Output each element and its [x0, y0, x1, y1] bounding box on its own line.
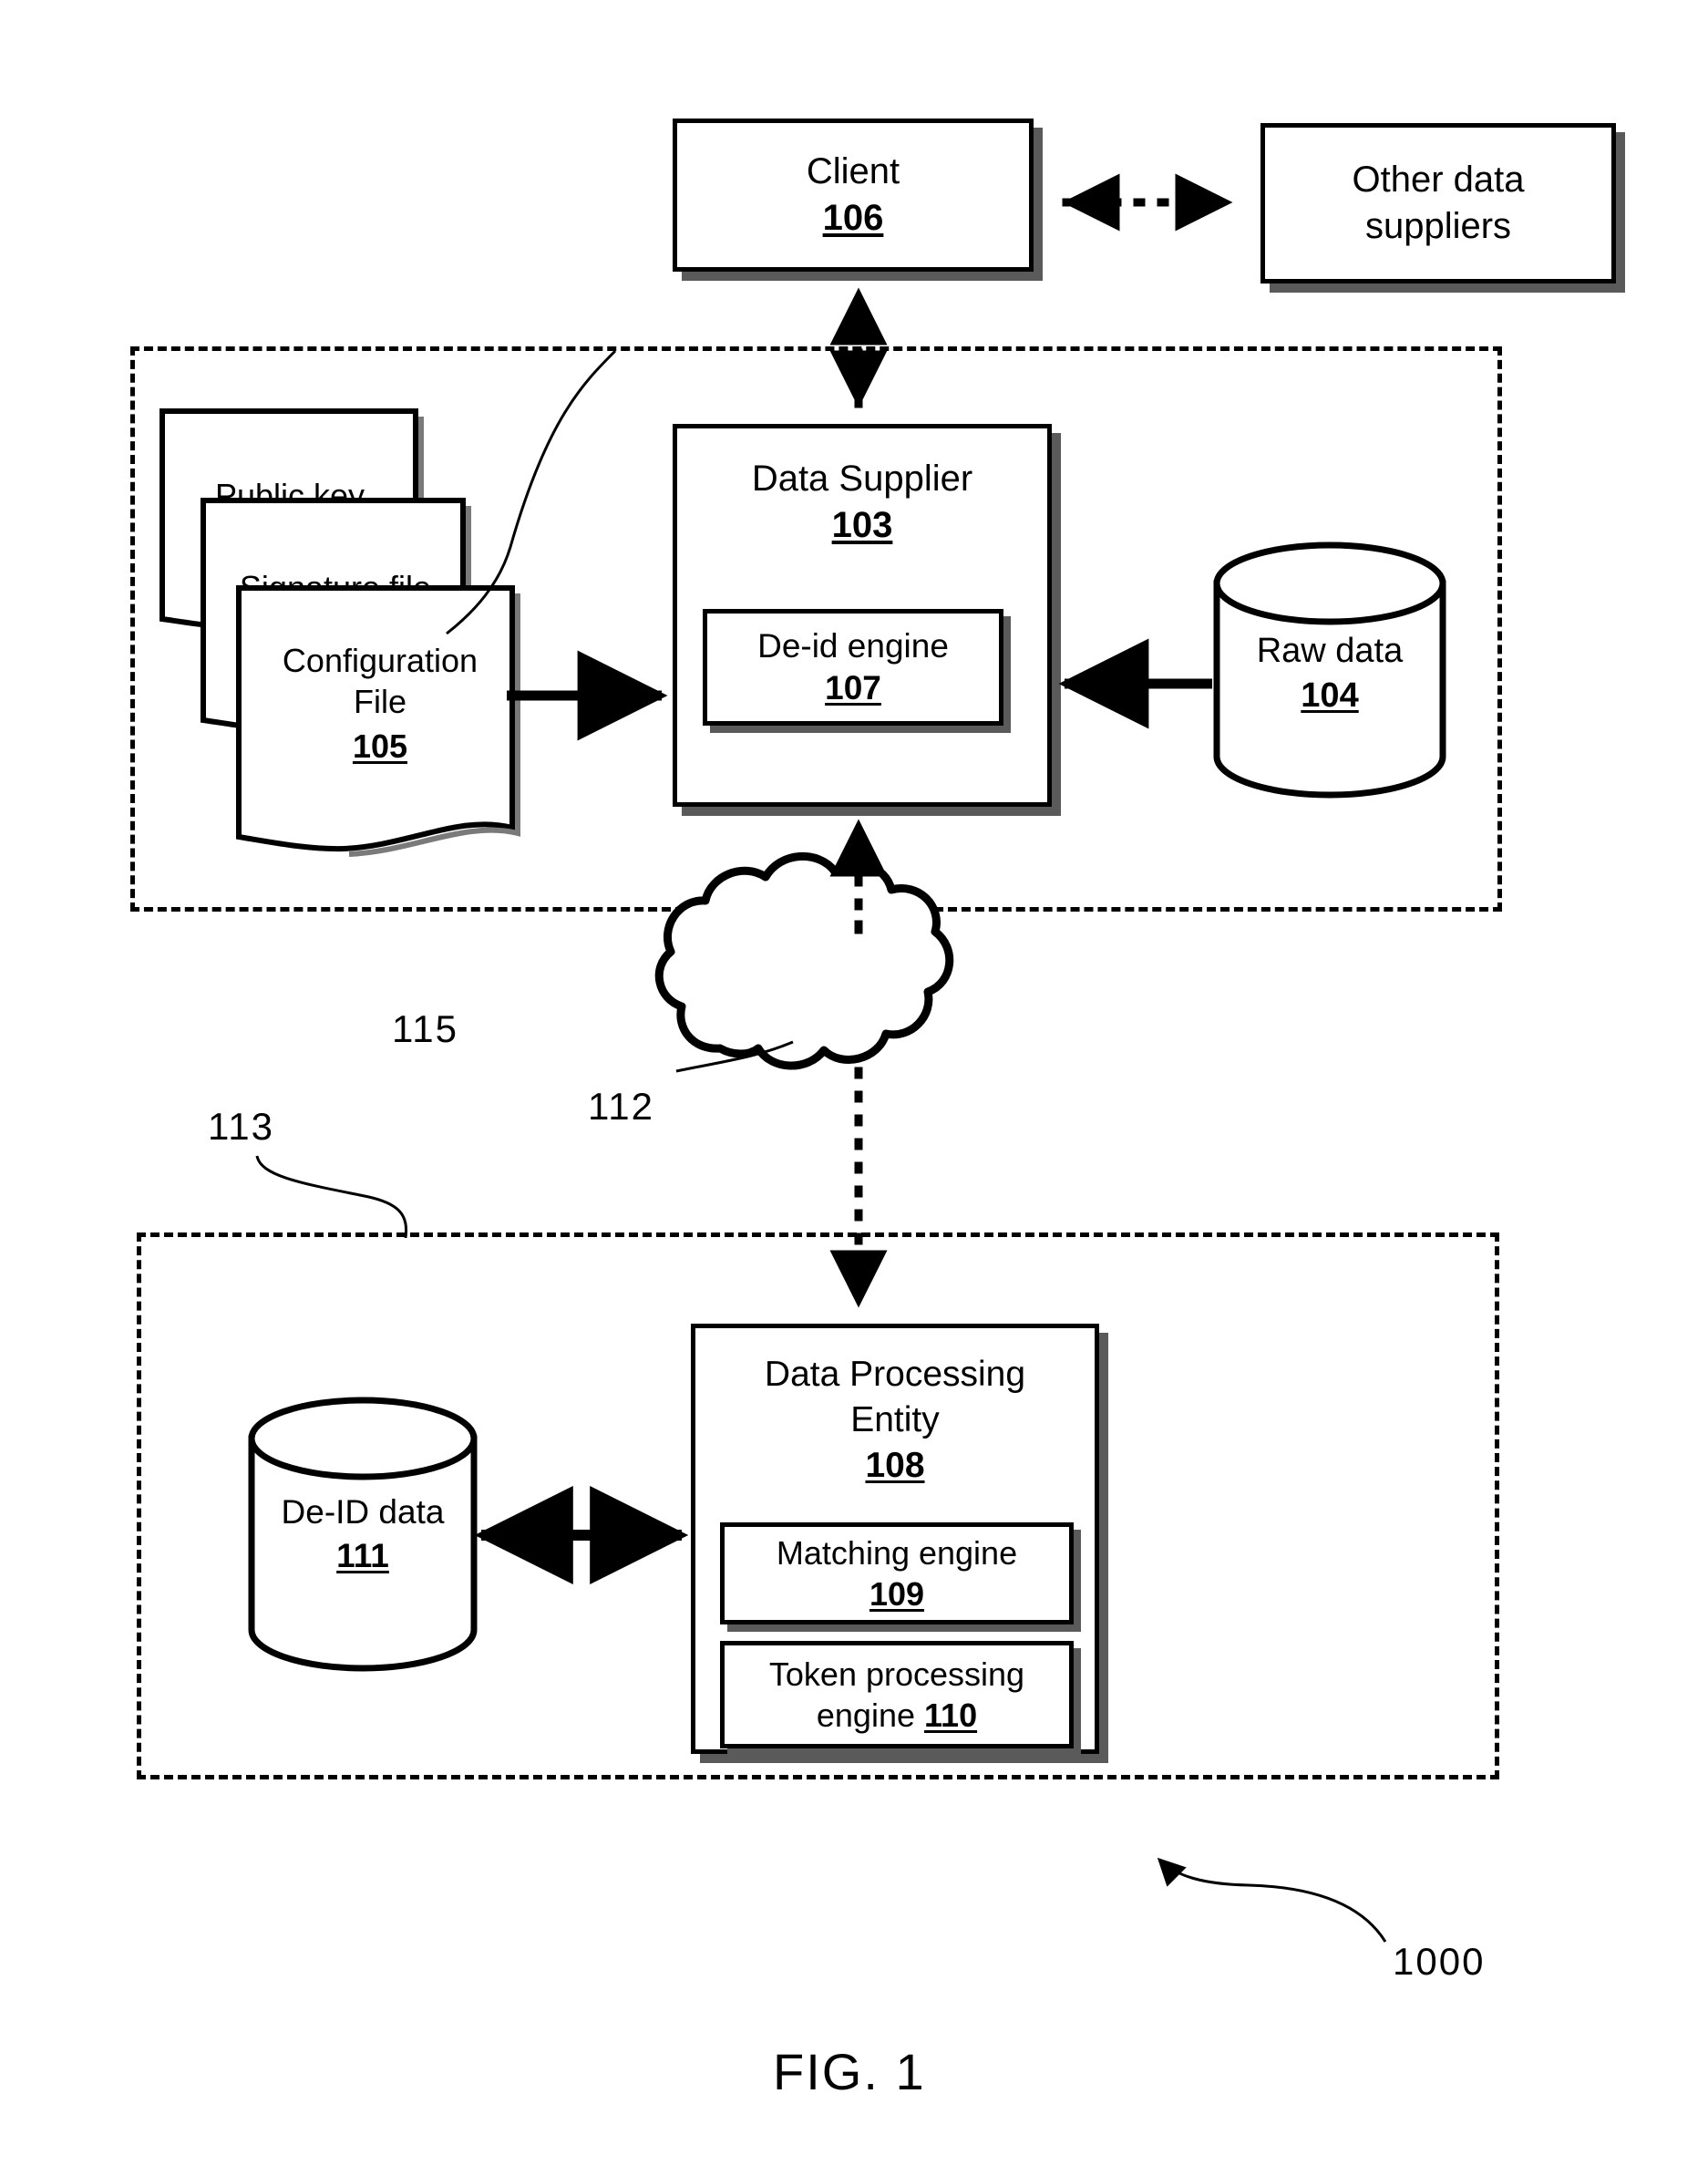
matching-engine-number: 109	[869, 1575, 925, 1613]
matching-engine-label: Matching engine	[776, 1534, 1018, 1572]
raw-data-label-wrap: Raw data 104	[1217, 629, 1443, 719]
configuration-file-label-wrap: Configuration File 105	[234, 640, 526, 767]
configuration-file-number: 105	[352, 727, 408, 765]
token-processing-engine-box[interactable]: Token processing engine 110	[720, 1641, 1074, 1748]
data-processing-entity-label-line1: Data Processing	[764, 1355, 1026, 1394]
ref-numeral-115: 115	[392, 1007, 458, 1050]
client-number: 106	[822, 198, 884, 238]
data-processing-entity-number: 108	[865, 1445, 925, 1485]
token-processing-engine-label-line1: Token processing	[768, 1655, 1025, 1693]
configuration-file-label-line2: File	[353, 683, 406, 720]
raw-data-number: 104	[1301, 676, 1359, 716]
connector-layer-back	[0, 0, 1708, 2176]
leader-line-113	[255, 1155, 408, 1239]
deid-data-number: 111	[336, 1537, 389, 1575]
data-supplier-number: 103	[831, 505, 893, 546]
ref-numeral-1000: 1000	[1393, 1940, 1486, 1983]
connector-layer-front: Other data suppliers (dotted, both ends)…	[248, 173, 1446, 1943]
token-processing-engine-label-line2-wrap: engine 110	[817, 1695, 977, 1736]
ref-numeral-112: 112	[588, 1085, 654, 1128]
client-box[interactable]: Client 106	[673, 119, 1034, 272]
patent-figure-1: Client 106 Other data suppliers Data Sup…	[0, 0, 1708, 2176]
data-processing-entity-label-line2: Entity	[850, 1399, 940, 1439]
configuration-file-label-line1: Configuration	[282, 642, 478, 679]
raw-data-label: Raw data	[1256, 632, 1404, 670]
configuration-file-document[interactable]: Configuration File 105	[234, 583, 526, 857]
token-processing-engine-number: 110	[924, 1696, 978, 1734]
ref-numeral-113: 113	[208, 1105, 274, 1148]
other-suppliers-box[interactable]: Other data suppliers	[1260, 123, 1616, 284]
leader-line-1000	[1157, 1857, 1387, 1943]
deid-engine-box[interactable]: De-id engine 107	[703, 609, 1003, 726]
deid-engine-number: 107	[825, 669, 881, 706]
data-supplier-label: Data Supplier	[751, 459, 973, 499]
token-processing-engine-label-line2: engine	[816, 1696, 915, 1734]
deid-data-label-wrap: De-ID data 111	[252, 1490, 474, 1578]
deid-data-label: De-ID data	[281, 1493, 445, 1531]
other-suppliers-label-line1: Other data	[1352, 159, 1525, 200]
leader-line-112	[675, 1040, 794, 1073]
deid-engine-label: De-id engine	[757, 626, 949, 665]
figure-caption: FIG. 1	[773, 2043, 926, 2100]
client-label: Client	[806, 150, 900, 191]
matching-engine-box[interactable]: Matching engine 109	[720, 1522, 1074, 1624]
other-suppliers-label-line2: suppliers	[1364, 206, 1512, 246]
